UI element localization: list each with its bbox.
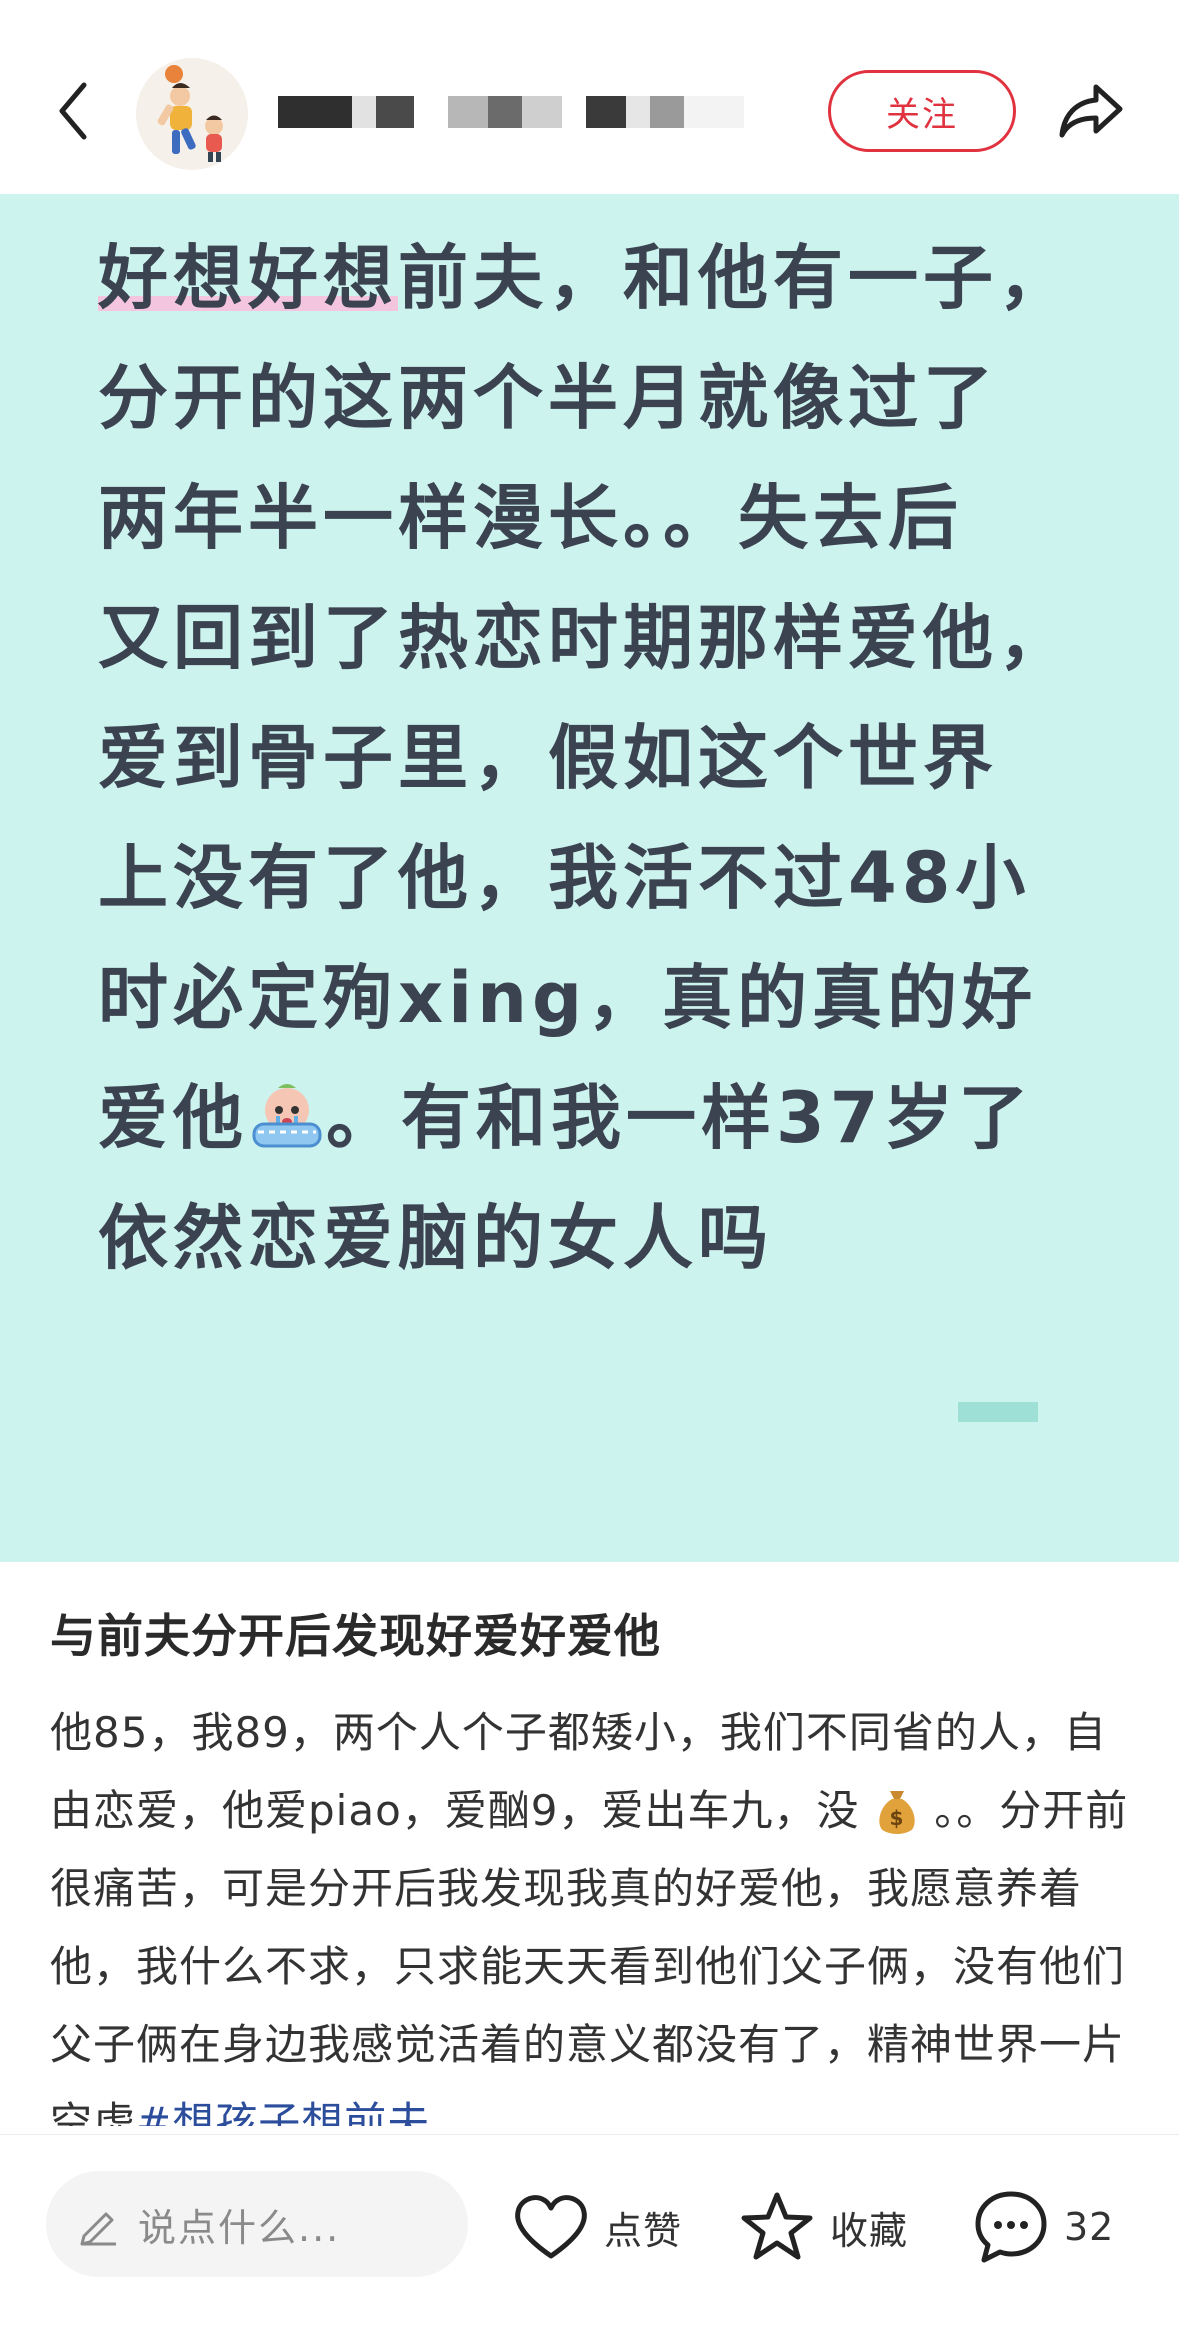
card-line-6: 上没有了他，我活不过48小 [98, 837, 1031, 919]
crying-in-bath-emoji [252, 1084, 322, 1148]
share-button[interactable] [1052, 72, 1130, 150]
card-line-5: 爱到骨子里，假如这个世界 [98, 717, 998, 799]
chevron-left-icon [59, 82, 87, 140]
follow-button[interactable]: 关注 [828, 70, 1016, 152]
heart-icon [515, 2195, 587, 2259]
comments-button[interactable]: 32 [972, 2187, 1114, 2267]
basketball-player-avatar [136, 58, 248, 170]
card-line-2: 分开的这两个半月就像过了 [98, 357, 998, 439]
money-bag-icon: $ [879, 1791, 915, 1834]
collect-button[interactable]: 收藏 [738, 2187, 908, 2267]
pencil-icon [80, 2212, 116, 2246]
collect-label: 收藏 [830, 2208, 909, 2253]
card-line-4: 又回到了热恋时期那样爱他， [98, 597, 1073, 679]
share-arrow-icon [1059, 84, 1123, 138]
top-navigation-bar: 关注 [0, 0, 1179, 194]
card-line-1: 好想好想前夫，和他有一子， [98, 237, 1073, 319]
card-corner-mark [958, 1402, 1038, 1422]
post-body: 他85，我89，两个人个子都矮小，我们不同省的人，自由恋爱，他爱piao，爱酗9… [50, 1694, 1130, 2126]
comment-input[interactable]: 说点什么... [46, 2171, 468, 2277]
username-blurred[interactable] [278, 86, 788, 138]
post-image-card[interactable]: 好想好想前夫，和他有一子， 分开的这两个半月就像过了 两年半一样漫长。。失去后 … [0, 194, 1179, 1562]
card-line-9: 依然恋爱脑的女人吗 [98, 1197, 773, 1279]
card-line-8: 爱他 。有和我一样37岁了 [98, 1077, 1034, 1159]
comment-placeholder: 说点什么... [138, 2205, 341, 2250]
back-button[interactable] [48, 80, 98, 142]
card-text: 好想好想前夫，和他有一子， 分开的这两个半月就像过了 两年半一样漫长。。失去后 … [98, 218, 1098, 1298]
comment-count: 32 [1064, 2205, 1115, 2249]
card-line-7: 时必定殉xing，真的真的好 [98, 957, 1038, 1039]
svg-text:$: $ [889, 1806, 904, 1830]
follow-label: 关注 [886, 94, 958, 135]
card-line-3: 两年半一样漫长。。失去后 [98, 477, 963, 559]
avatar[interactable] [136, 58, 248, 170]
chat-bubble-icon [975, 2191, 1047, 2263]
like-button[interactable]: 点赞 [512, 2187, 682, 2267]
highlighted-text: 好想好想 [98, 237, 398, 319]
hashtag-link[interactable]: #想孩子想前夫 [136, 2098, 430, 2126]
star-icon [741, 2192, 813, 2260]
like-label: 点赞 [604, 2208, 683, 2253]
post-title: 与前夫分开后发现好爱好爱他 [50, 1609, 661, 1663]
post-body-part2: 。。分开前很痛苦，可是分开后我发现我真的好爱他，我愿意养着他，我什么不求，只求能… [50, 1786, 1129, 2126]
bottom-action-bar: 说点什么... 点赞 收藏 32 [0, 2134, 1179, 2342]
